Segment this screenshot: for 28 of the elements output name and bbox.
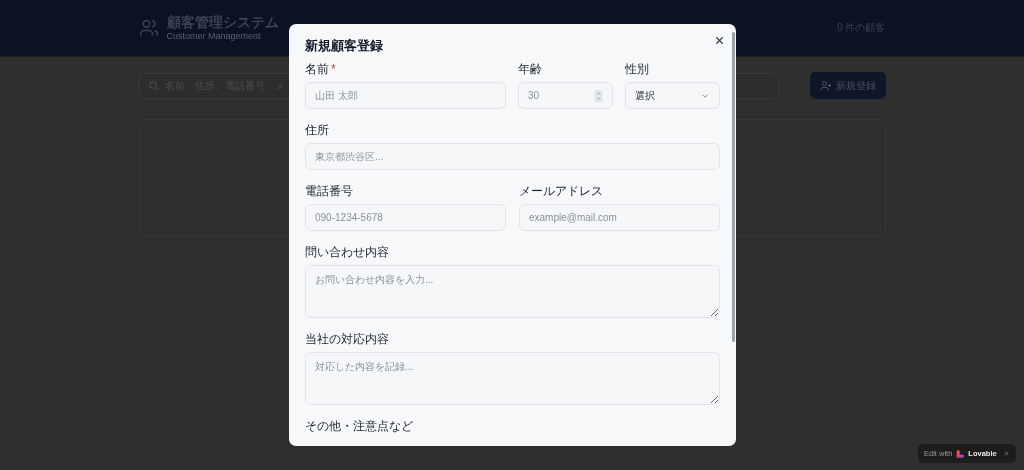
text-field[interactable]: example@mail.com (519, 204, 720, 231)
badge-close-button[interactable] (1003, 450, 1010, 457)
text-area[interactable]: お問い合わせ内容を入力... (305, 265, 720, 318)
field-label: 名前 * (305, 62, 337, 76)
search-icon (147, 80, 159, 91)
close-icon (1003, 450, 1010, 457)
text-area[interactable]: 対応した内容を記録... (305, 352, 720, 405)
field-label: 住所 (305, 123, 330, 137)
field-label: メールアドレス (519, 184, 604, 198)
scrollbar[interactable] (732, 32, 735, 342)
close-icon (713, 34, 726, 47)
users-icon (138, 18, 159, 38)
stepper-icon (593, 89, 604, 103)
text-field[interactable]: 東京都渋谷区... (305, 143, 720, 170)
select-field[interactable]: 選択 (625, 82, 720, 109)
text-field[interactable]: 090-1234-5678 (305, 204, 506, 231)
text-field[interactable]: 山田 太郎 (305, 82, 506, 109)
number-field[interactable]: 30 (518, 82, 613, 109)
field-label: その他・注意点など (305, 419, 414, 433)
add-user-icon (819, 79, 832, 92)
dialog-title: 新規顧客登録 (305, 38, 384, 54)
field-label: 当社の対応内容 (305, 332, 390, 346)
close-button[interactable] (713, 34, 726, 47)
app-subtitle: Customer Management (166, 31, 262, 42)
field-label: 問い合わせ内容 (305, 245, 390, 259)
field-label: 性別 (625, 62, 650, 76)
field-label: 電話番号 (305, 184, 354, 198)
field-label: 年齢 (518, 62, 543, 76)
